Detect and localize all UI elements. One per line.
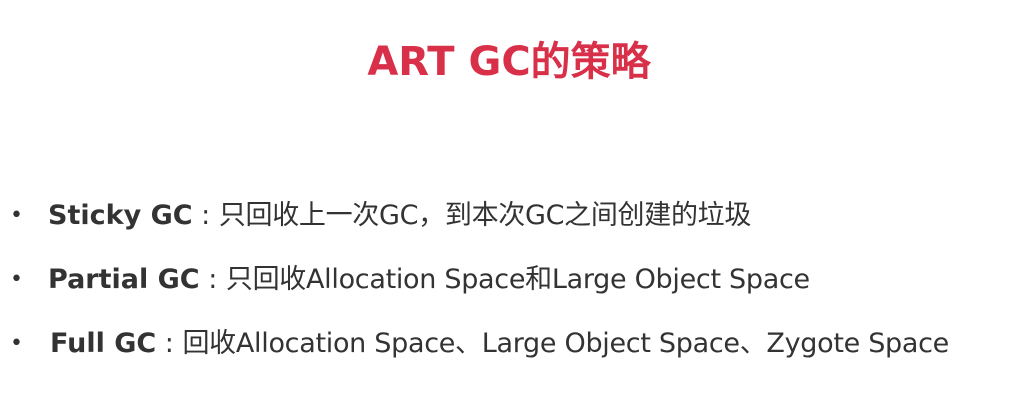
gc-description: 只回收上一次GC，到本次GC之间创建的垃圾 (218, 200, 752, 231)
gc-term: Full GC (50, 328, 157, 359)
term-separator: : (156, 328, 183, 359)
gc-description: 只回收Allocation Space和Large Object Space (225, 264, 810, 295)
bullet-list: • Sticky GC : 只回收上一次GC，到本次GC之间创建的垃圾 • Pa… (0, 190, 1018, 382)
slide-title: ART GC的策略 (367, 39, 651, 85)
bullet-line: Full GC : 回收Allocation Space、Large Objec… (50, 318, 949, 370)
bullet-dot-icon: • (10, 331, 23, 356)
bullet-line: Sticky GC : 只回收上一次GC，到本次GC之间创建的垃圾 (48, 190, 751, 242)
bullet-line: Partial GC : 只回收Allocation Space和Large O… (48, 254, 810, 306)
gc-term: Partial GC (48, 264, 200, 295)
list-item: • Sticky GC : 只回收上一次GC，到本次GC之间创建的垃圾 (0, 190, 1018, 254)
list-item: • Full GC : 回收Allocation Space、Large Obj… (0, 318, 1018, 382)
bullet-dot-icon: • (10, 203, 23, 228)
list-item: • Partial GC : 只回收Allocation Space和Large… (0, 254, 1018, 318)
term-separator: : (192, 200, 219, 231)
term-separator: : (199, 264, 226, 295)
bullet-dot-icon: • (10, 267, 23, 292)
gc-description: 回收Allocation Space、Large Object Space、Zy… (182, 328, 949, 359)
gc-term: Sticky GC (48, 200, 193, 231)
slide: ART GC的策略 • Sticky GC : 只回收上一次GC，到本次GC之间… (0, 0, 1018, 419)
